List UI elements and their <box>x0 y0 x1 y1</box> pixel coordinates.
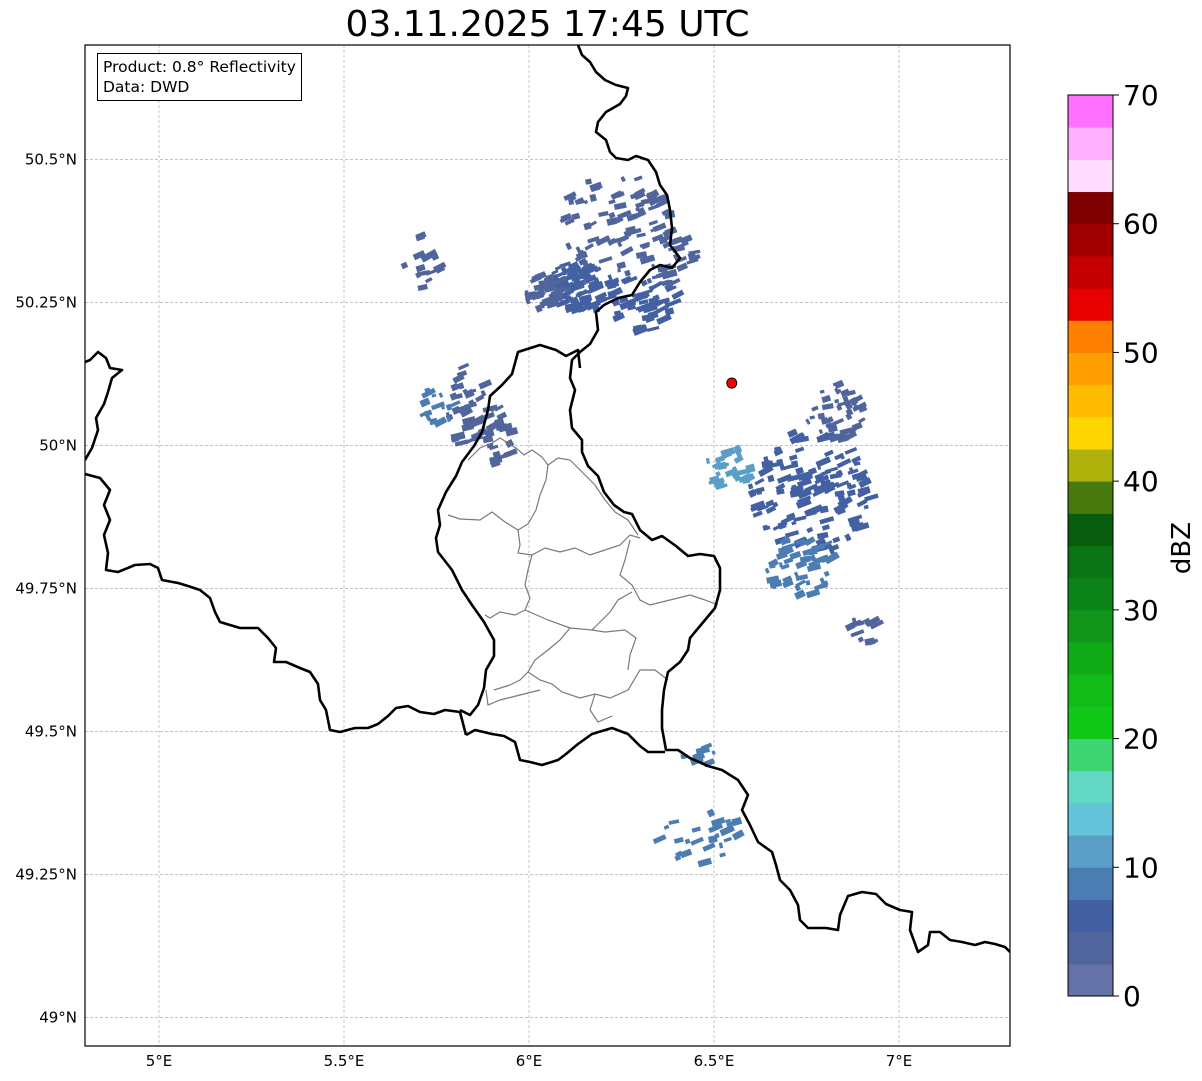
colorbar-segment <box>1068 899 1113 933</box>
lat-tick-label: 50.25°N <box>15 293 77 311</box>
colorbar-tick-label: 40 <box>1123 465 1159 498</box>
colorbar-tick-label: 0 <box>1123 980 1141 1013</box>
lat-tick-label: 50.5°N <box>25 150 77 168</box>
colorbar-segment <box>1068 255 1113 289</box>
colorbar-segment <box>1068 867 1113 900</box>
colorbar-tick-label: 70 <box>1123 79 1159 112</box>
colorbar-segment <box>1068 963 1113 997</box>
product-info-box: Product: 0.8° Reflectivity Data: DWD <box>97 53 302 101</box>
colorbar-label: dBZ <box>1167 522 1197 574</box>
colorbar-segment <box>1068 931 1113 965</box>
map-background <box>85 45 1010 1046</box>
colorbar-segment <box>1068 448 1113 482</box>
lon-tick-label: 5.5°E <box>324 1052 365 1070</box>
colorbar-segment <box>1068 545 1113 579</box>
colorbar-segment <box>1068 127 1113 160</box>
echo-pixel <box>617 268 621 273</box>
colorbar-tick-label: 30 <box>1123 594 1159 627</box>
lon-tick-label: 6.5°E <box>694 1052 735 1070</box>
colorbar-segment <box>1068 674 1113 707</box>
lon-tick-label: 7°E <box>886 1052 913 1070</box>
lat-tick-label: 49.5°N <box>25 722 77 740</box>
colorbar-segment <box>1068 159 1113 193</box>
colorbar-segment <box>1068 95 1113 128</box>
lat-tick-label: 49.75°N <box>15 579 77 597</box>
lon-tick-label: 5°E <box>146 1052 173 1070</box>
colorbar-segment <box>1068 288 1113 321</box>
longitude-ticks: 5°E 5.5°E 6°E 6.5°E 7°E <box>146 1052 913 1070</box>
colorbar-tick-label: 50 <box>1123 336 1159 369</box>
colorbar-segment <box>1068 642 1113 675</box>
data-source-label: Data: DWD <box>103 78 190 96</box>
lon-tick-label: 6°E <box>516 1052 543 1070</box>
colorbar-segment <box>1068 835 1113 868</box>
colorbar-segment <box>1068 609 1113 643</box>
echo-pixel <box>581 273 587 279</box>
echo-pixel <box>821 582 828 589</box>
colorbar-segment <box>1068 320 1113 353</box>
product-label: Product: 0.8° Reflectivity <box>103 58 296 76</box>
radar-map-figure: 5°E 5.5°E 6°E 6.5°E 7°E 49°N 49.25°N 49.5°N 49.… <box>15 44 1197 1070</box>
colorbar-segment <box>1068 384 1113 418</box>
colorbar-tick-label: 20 <box>1123 723 1159 756</box>
colorbar-segment <box>1068 513 1113 546</box>
colorbar-tick-label: 60 <box>1123 208 1159 241</box>
colorbar-segment <box>1068 770 1113 804</box>
latitude-ticks: 49°N 49.25°N 49.5°N 49.75°N 50°N 50.25°N 50.5°… <box>15 150 77 1026</box>
colorbar-ticks: 0 10 20 30 40 50 60 70 <box>1113 79 1159 1013</box>
colorbar-segment <box>1068 706 1113 740</box>
colorbar-segment <box>1068 577 1113 611</box>
lat-tick-label: 49°N <box>39 1008 77 1026</box>
colorbar-segment <box>1068 481 1113 514</box>
colorbar-tick-label: 10 <box>1123 851 1159 884</box>
colorbar <box>1068 95 1113 997</box>
echo-pixel <box>790 460 799 469</box>
colorbar-segment <box>1068 738 1113 772</box>
echo-pixel <box>585 178 592 185</box>
lat-tick-label: 49.25°N <box>15 865 77 883</box>
radar-site-marker <box>726 377 738 389</box>
lat-tick-label: 50°N <box>39 436 77 454</box>
colorbar-segment <box>1068 352 1113 386</box>
colorbar-segment <box>1068 191 1113 225</box>
colorbar-segment <box>1068 802 1113 836</box>
colorbar-segment <box>1068 223 1113 257</box>
colorbar-segment <box>1068 416 1113 450</box>
